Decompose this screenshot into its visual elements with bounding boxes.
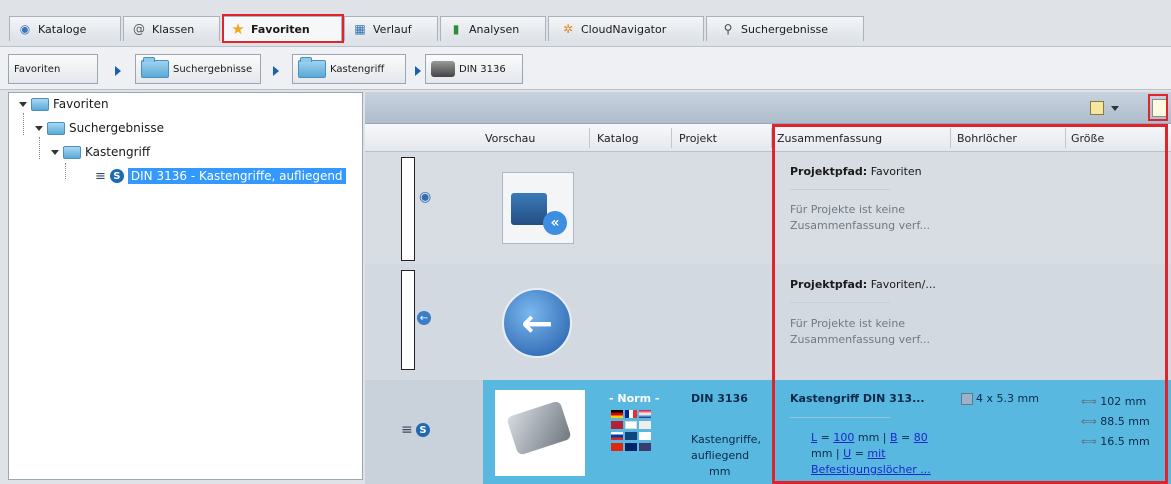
- expand-icon: [51, 149, 59, 155]
- table-row[interactable]: ◉ « Projektpfad: Favoriten Für Projekte …: [365, 152, 1171, 264]
- tab-analysen[interactable]: ▮ Analysen: [440, 16, 546, 41]
- tab-bar: ◉ Kataloge @ Klassen ★ Favoriten ▦ Verla…: [0, 0, 1171, 46]
- tab-favoriten[interactable]: ★ Favoriten: [222, 16, 342, 41]
- details-view-icon[interactable]: [1152, 99, 1168, 117]
- drill-holes-icon: [961, 392, 973, 405]
- folder-icon: [298, 57, 326, 78]
- width-icon: ⟺: [1081, 415, 1097, 428]
- param-u-value[interactable]: mit: [867, 447, 885, 460]
- standard-s-icon: S: [416, 423, 430, 437]
- folder-open-icon: [47, 121, 65, 135]
- view-toolbar: [365, 92, 1171, 124]
- cloud-network-icon: ✲: [562, 22, 574, 36]
- breadcrumb-din-3136[interactable]: DIN 3136: [425, 54, 523, 84]
- handle-icon: [431, 61, 455, 77]
- tab-cloudnavigator[interactable]: ✲ CloudNavigator: [548, 16, 704, 41]
- tree-node-favoriten[interactable]: Favoriten: [19, 97, 109, 111]
- tab-verlauf[interactable]: ▦ Verlauf: [344, 16, 438, 41]
- back-arrow-thumbnail[interactable]: ←: [502, 288, 572, 358]
- col-header-katalog[interactable]: Katalog: [597, 132, 639, 145]
- folder-icon: [141, 57, 169, 78]
- befestigung-link[interactable]: Befestigungslöcher ...: [811, 462, 951, 478]
- tile-view-icon[interactable]: [1090, 101, 1104, 115]
- calendar-icon: ▦: [354, 22, 366, 36]
- expand-icon: [35, 125, 43, 131]
- height-icon: ⟺: [1081, 435, 1097, 448]
- star-icon: ★: [231, 20, 245, 38]
- breadcrumb-favoriten[interactable]: Favoriten: [8, 54, 98, 84]
- col-header-projekt[interactable]: Projekt: [679, 132, 717, 145]
- chevron-down-icon[interactable]: [1111, 106, 1119, 111]
- tab-klassen[interactable]: @ Klassen: [123, 16, 220, 41]
- col-header-bohrloecher[interactable]: Bohrlöcher: [957, 132, 1017, 145]
- param-u-link[interactable]: U: [843, 447, 851, 460]
- at-icon: @: [133, 22, 145, 36]
- param-b-link[interactable]: B: [890, 431, 898, 444]
- param-b-value[interactable]: 80: [914, 431, 928, 444]
- chevron-right-icon: [415, 66, 421, 76]
- tree-node-suchergebnisse[interactable]: Suchergebnisse: [35, 121, 164, 135]
- search-icon: ⚲: [723, 22, 733, 36]
- chevron-right-icon: [273, 66, 279, 76]
- folder-open-icon: [63, 145, 81, 159]
- col-header-vorschau[interactable]: Vorschau: [485, 132, 535, 145]
- breadcrumb: Favoriten Suchergebnisse Kastengriff DIN…: [0, 46, 1171, 90]
- catalog-back-thumbnail: «: [502, 172, 574, 244]
- col-header-groesse[interactable]: Größe: [1071, 132, 1104, 145]
- back-arrow-icon: ←: [417, 311, 431, 325]
- product-preview[interactable]: [495, 390, 585, 476]
- list-lines-icon: ≡: [401, 422, 413, 438]
- expand-icon: [19, 101, 27, 107]
- col-header-zusammenfassung[interactable]: Zusammenfassung: [777, 132, 882, 145]
- breadcrumb-kastengriff[interactable]: Kastengriff: [292, 54, 406, 84]
- catalog-icon: ◉: [19, 22, 31, 36]
- tab-kataloge[interactable]: ◉ Kataloge: [9, 16, 121, 41]
- tab-suchergebnisse[interactable]: ⚲ Suchergebnisse: [706, 16, 864, 41]
- param-l-value[interactable]: 100: [833, 431, 854, 444]
- catalog-icon: ◉: [419, 189, 432, 205]
- tree-node-kastengriff[interactable]: Kastengriff: [51, 145, 150, 159]
- breadcrumb-suchergebnisse[interactable]: Suchergebnisse: [135, 54, 261, 84]
- length-icon: ⟺: [1081, 395, 1097, 408]
- table-header: Vorschau Katalog Projekt Zusammenfassung…: [365, 124, 1171, 152]
- bar-chart-icon: ▮: [452, 22, 460, 36]
- chevron-right-icon: [115, 66, 121, 76]
- standard-s-icon: S: [109, 169, 124, 183]
- country-flags-icon: [611, 410, 651, 462]
- table-row[interactable]: ≡ S - Norm - DIN 3136 Kastengriffe, aufl…: [365, 380, 1171, 484]
- folder-open-icon: [31, 97, 49, 111]
- list-lines-icon: ≡: [95, 168, 106, 184]
- table-row[interactable]: ← ← Projektpfad: Favoriten/... Für Proje…: [365, 264, 1171, 380]
- favorites-tree: Favoriten Suchergebnisse Kastengriff ≡ S…: [8, 92, 363, 480]
- tree-node-din-3136[interactable]: ≡ S DIN 3136 - Kastengriffe, aufliegend: [95, 168, 346, 184]
